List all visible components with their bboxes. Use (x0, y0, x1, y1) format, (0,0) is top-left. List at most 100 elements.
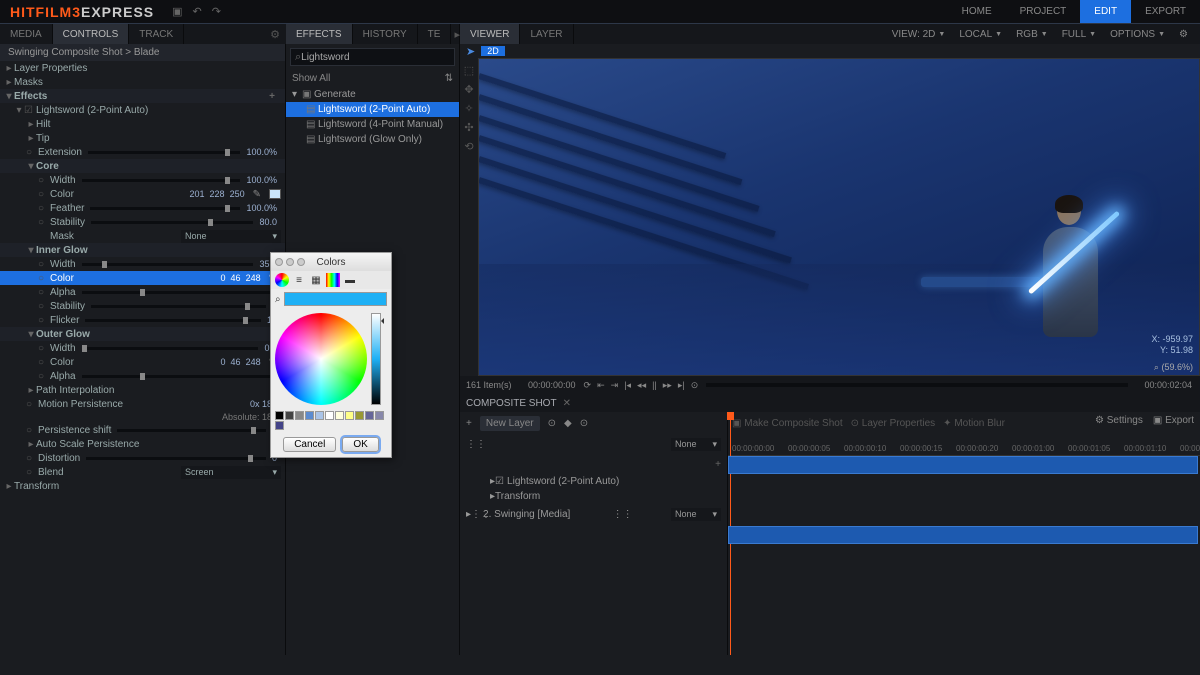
full-dropdown[interactable]: FULL▼ (1056, 29, 1102, 40)
zoom-level[interactable]: (59.6%) (1161, 362, 1193, 372)
redo-icon[interactable]: ↷ (212, 5, 221, 18)
viewer-canvas[interactable]: X: -959.97 Y: 51.98 ⌕ (59.6%) (478, 58, 1200, 376)
grip-icon[interactable]: ⋮⋮ (471, 509, 483, 520)
timeline-clip[interactable] (728, 526, 1198, 544)
undo-icon[interactable]: ↶ (193, 5, 202, 18)
gear-icon[interactable]: ⚙ (264, 28, 286, 41)
zoom-icon[interactable] (297, 258, 305, 266)
sliders-mode-icon[interactable]: ≡ (292, 273, 306, 287)
cancel-button[interactable]: Cancel (283, 437, 336, 452)
track-effect[interactable]: Lightsword (2-Point Auto) (507, 476, 619, 487)
step-back-icon[interactable]: ◂◂ (637, 380, 646, 391)
prev-frame-icon[interactable]: |◂ (624, 380, 631, 391)
wheel-mode-icon[interactable] (275, 273, 289, 287)
extension-slider[interactable] (88, 151, 241, 154)
swatch[interactable] (375, 411, 384, 420)
rotate-tool-icon[interactable]: ⟲ (460, 140, 478, 153)
mask-dropdown[interactable]: None▾ (181, 230, 281, 243)
nav-home[interactable]: HOME (948, 0, 1006, 23)
tab-track[interactable]: TRACK (129, 24, 184, 44)
prop-path-interp[interactable]: Path Interpolation (36, 385, 114, 396)
move-tool-icon[interactable]: ✣ (460, 121, 478, 134)
timecode-out[interactable]: 00:00:02:04 (1136, 380, 1200, 390)
timecode-in[interactable]: 00:00:00:00 (520, 380, 584, 390)
close-icon[interactable] (275, 258, 283, 266)
composite-shot-tab[interactable]: COMPOSITE SHOT (466, 398, 557, 409)
track-2[interactable]: 2. Swinging [Media] (483, 509, 570, 520)
color-wheel[interactable] (275, 313, 367, 405)
range-icon[interactable]: ⇤ (597, 380, 605, 391)
timeline-clip[interactable] (728, 456, 1198, 474)
effect-ls-4point[interactable]: Lightsword (4-Point Manual) (318, 119, 443, 130)
palette-mode-icon[interactable]: ▦ (309, 273, 323, 287)
save-icon[interactable]: ▣ (172, 5, 182, 18)
text-tool-icon[interactable]: ✧ (460, 102, 478, 115)
twisty-icon[interactable]: ▸ (4, 63, 14, 74)
make-composite-button[interactable]: ▣ Make Composite Shot (732, 418, 843, 429)
swatch[interactable] (275, 421, 284, 430)
next-frame-icon[interactable]: ▸| (678, 380, 685, 391)
track-transform[interactable]: Transform (495, 491, 540, 502)
swatch[interactable] (335, 411, 344, 420)
checkbox-icon[interactable]: ☑ (24, 105, 36, 116)
tab-effects[interactable]: EFFECTS (286, 24, 353, 44)
effect-ls-glow[interactable]: Lightsword (Glow Only) (318, 134, 422, 145)
settings-icon[interactable]: ⊙ (691, 380, 699, 391)
masks[interactable]: Masks (14, 77, 43, 88)
play-icon[interactable]: || (652, 380, 657, 391)
next-kf-icon[interactable]: ⊙ (580, 418, 588, 429)
spectrum-mode-icon[interactable] (326, 273, 340, 287)
timeline-ruler[interactable]: 00:00:00:0000:00:00:0500:00:00:1000:00:0… (728, 434, 1200, 456)
options-dropdown[interactable]: OPTIONS▼ (1104, 29, 1171, 40)
scrubber[interactable] (706, 383, 1128, 387)
track-mode-dropdown[interactable]: None▾ (671, 438, 721, 451)
grip-icon[interactable]: ⋮⋮ (466, 439, 478, 450)
track-mode-dropdown[interactable]: None▾ (671, 508, 721, 521)
swatch[interactable] (345, 411, 354, 420)
color-swatch[interactable] (269, 189, 281, 199)
swatch[interactable] (365, 411, 374, 420)
swatch[interactable] (325, 411, 334, 420)
swatch[interactable] (315, 411, 324, 420)
tab-viewer[interactable]: VIEWER (460, 24, 520, 44)
layer-properties[interactable]: Layer Properties (14, 63, 87, 74)
layer-props-button[interactable]: ⊙ Layer Properties (851, 418, 936, 429)
category-generate[interactable]: Generate (314, 89, 356, 100)
grip-icon[interactable]: ⋮⋮ (613, 509, 625, 520)
core-section[interactable]: Core (36, 161, 59, 172)
rgb-dropdown[interactable]: RGB▼ (1010, 29, 1054, 40)
swatch[interactable] (275, 411, 284, 420)
new-layer-button[interactable]: New Layer (480, 416, 540, 431)
twisty-icon[interactable]: ▾ (14, 105, 24, 116)
export-button[interactable]: ▣ Export (1153, 415, 1194, 426)
hand-tool-icon[interactable]: ✥ (460, 83, 478, 96)
brightness-slider[interactable] (371, 313, 381, 405)
tab-layer[interactable]: LAYER (520, 24, 573, 44)
select-tool-icon[interactable]: ⬚ (460, 64, 478, 77)
gear-icon[interactable]: ⚙ (1173, 29, 1194, 40)
effects-section[interactable]: Effects (14, 91, 47, 102)
blend-dropdown[interactable]: Screen▾ (181, 466, 281, 479)
tab-text[interactable]: TE (418, 24, 452, 44)
add-effect-icon[interactable]: + (269, 91, 281, 102)
effect-ls-2point[interactable]: Lightsword (2-Point Auto) (318, 104, 430, 115)
nav-export[interactable]: EXPORT (1131, 0, 1200, 23)
nav-edit[interactable]: EDIT (1080, 0, 1131, 23)
twisty-icon[interactable]: ▸ (4, 77, 14, 88)
add-icon[interactable]: + (715, 459, 721, 470)
view-dropdown[interactable]: VIEW: 2D▼ (886, 29, 952, 40)
sort-icon[interactable]: ⇅ (445, 73, 453, 84)
tab-history[interactable]: HISTORY (353, 24, 418, 44)
tab-media[interactable]: MEDIA (0, 24, 53, 44)
close-icon[interactable]: ✕ (563, 398, 571, 409)
prop-auto-scale[interactable]: Auto Scale Persistence (36, 439, 139, 450)
nav-project[interactable]: PROJECT (1006, 0, 1081, 23)
goto-start-icon[interactable]: ⇥ (611, 380, 619, 391)
swatch[interactable] (285, 411, 294, 420)
2d-badge[interactable]: 2D (481, 46, 505, 56)
transform-section[interactable]: Transform (14, 481, 59, 492)
prev-kf-icon[interactable]: ⊙ (548, 418, 556, 429)
prop-hilt[interactable]: Hilt (36, 119, 50, 130)
twisty-icon[interactable]: ▾ (4, 91, 14, 102)
ok-button[interactable]: OK (342, 437, 378, 452)
